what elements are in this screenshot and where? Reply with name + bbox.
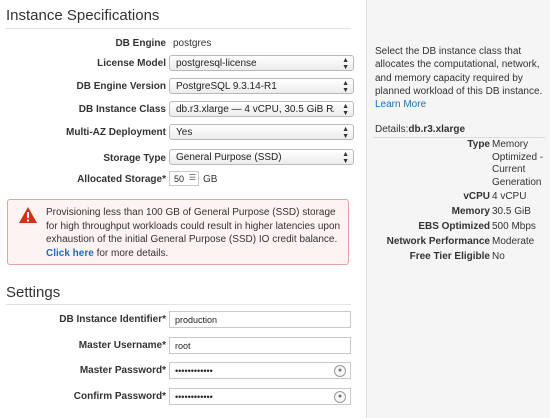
engine-version-value: PostgreSQL 9.3.14-R1 (176, 81, 277, 92)
instance-identifier-value: production (175, 315, 218, 325)
allocated-storage-unit: GB (203, 174, 218, 185)
instance-class-value: db.r3.xlarge — 4 vCPU, 30.5 GiB RAM (176, 104, 334, 115)
select-arrows-icon: ▲ ▼ (342, 103, 349, 117)
storage-type-value: General Purpose (SSD) (176, 152, 282, 163)
select-arrows-icon: ▲ ▼ (342, 57, 349, 71)
alert-text: Provisioning less than 100 GB of General… (46, 206, 346, 260)
detail-network-label: Network Performance (386, 236, 490, 247)
stepper-icon[interactable]: ☰ (189, 173, 196, 182)
detail-memory-label: Memory (451, 206, 490, 217)
instance-class-select[interactable]: db.r3.xlarge — 4 vCPU, 30.5 GiB RAM ▲ ▼ (169, 101, 354, 117)
master-username-value: root (175, 341, 191, 351)
instance-class-label: DB Instance Class (78, 104, 166, 115)
details-divider (373, 137, 545, 138)
engine-version-select[interactable]: PostgreSQL 9.3.14-R1 ▲ ▼ (169, 78, 354, 94)
select-arrows-icon: ▲ ▼ (342, 80, 349, 94)
settings-title: Settings (6, 284, 61, 301)
detail-vcpu-value: 4 vCPU (492, 191, 527, 202)
detail-network-value: Moderate (492, 236, 535, 247)
detail-memory-value: 30.5 GiB (492, 206, 531, 217)
learn-more-link[interactable]: Learn More (375, 99, 426, 110)
alert-suffix: for more details. (96, 247, 169, 259)
section-divider (6, 28, 351, 29)
allocated-storage-label: Allocated Storage* (77, 174, 166, 185)
form-column: Instance Specifications DB Engine postgr… (0, 0, 366, 418)
allocated-storage-input[interactable]: 50 ☰ (169, 171, 199, 186)
instance-specs-title: Instance Specifications (6, 7, 160, 24)
allocated-storage-value: 50 (174, 174, 185, 184)
confirm-password-label: Confirm Password* (73, 391, 166, 402)
info-description: Select the DB instance class that alloca… (375, 45, 543, 111)
master-username-label: Master Username* (78, 340, 166, 351)
master-username-input[interactable]: root (169, 337, 351, 354)
instance-identifier-input[interactable]: production (169, 311, 351, 328)
confirm-password-input[interactable]: •••••••••••• ● (169, 388, 351, 405)
section-divider (6, 304, 351, 305)
details-label: Details: (375, 124, 409, 135)
click-here-link[interactable]: Click here (46, 248, 94, 259)
instance-identifier-label: DB Instance Identifier* (59, 314, 166, 325)
storage-type-label: Storage Type (103, 153, 166, 164)
confirm-password-value: •••••••••••• (175, 392, 213, 402)
details-class: db.r3.xlarge (408, 124, 466, 135)
storage-type-select[interactable]: General Purpose (SSD) ▲ ▼ (169, 149, 354, 165)
master-password-label: Master Password* (79, 365, 166, 376)
warning-triangle-icon (19, 207, 37, 223)
multi-az-value: Yes (176, 127, 193, 138)
engine-version-label: DB Engine Version (76, 81, 166, 92)
master-password-input[interactable]: •••••••••••• ● (169, 362, 351, 379)
detail-type-value: Memory Optimized - Current Generation (492, 139, 544, 188)
db-engine-value: postgres (173, 38, 212, 49)
multi-az-label: Multi-AZ Deployment (66, 127, 166, 138)
info-panel: Select the DB instance class that alloca… (366, 0, 550, 418)
detail-vcpu-label: vCPU (463, 191, 490, 202)
license-model-select[interactable]: postgresql-license ▲ ▼ (169, 55, 354, 71)
multi-az-select[interactable]: Yes ▲ ▼ (169, 124, 354, 140)
password-reveal-icon[interactable]: ● (334, 391, 346, 403)
details-heading: Details:db.r3.xlarge (375, 124, 465, 135)
alert-message: Provisioning less than 100 GB of General… (46, 207, 341, 245)
detail-type-label: Type (467, 139, 490, 150)
master-password-value: •••••••••••• (175, 366, 213, 376)
storage-warning-alert: Provisioning less than 100 GB of General… (7, 199, 349, 265)
detail-free-tier-value: No (492, 251, 505, 262)
select-arrows-icon: ▲ ▼ (342, 151, 349, 165)
info-description-text: Select the DB instance class that alloca… (375, 46, 543, 97)
password-reveal-icon[interactable]: ● (334, 365, 346, 377)
select-arrows-icon: ▲ ▼ (342, 126, 349, 140)
db-engine-label: DB Engine (115, 38, 166, 49)
license-model-label: License Model (97, 58, 166, 69)
detail-ebs-label: EBS Optimized (418, 221, 490, 232)
detail-ebs-value: 500 Mbps (492, 221, 536, 232)
license-model-value: postgresql-license (176, 58, 257, 69)
detail-free-tier-label: Free Tier Eligible (409, 251, 490, 262)
